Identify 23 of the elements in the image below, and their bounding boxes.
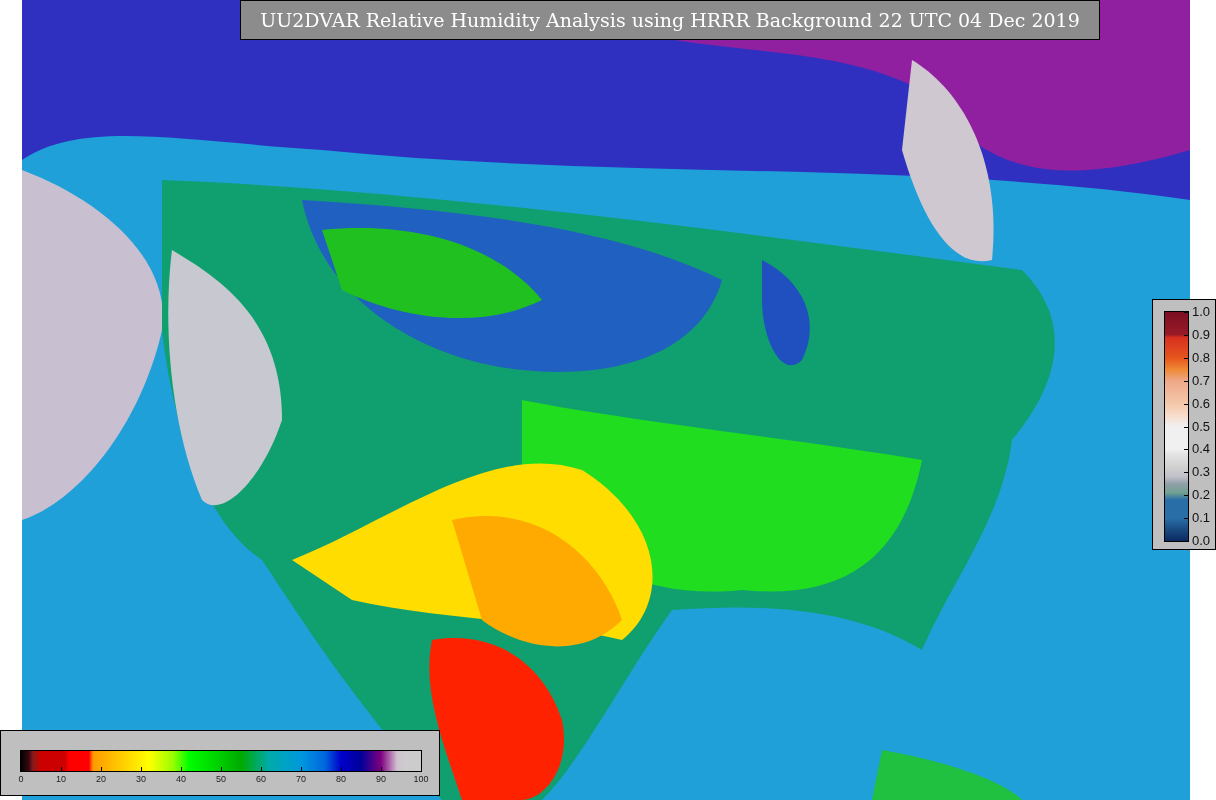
tick-label: 0.8: [1192, 350, 1211, 365]
tick-label: 90: [376, 774, 386, 784]
tick-label: 40: [176, 774, 186, 784]
tick-label: 20: [96, 774, 106, 784]
tick-label: 0: [18, 774, 24, 784]
tick-label: 80: [336, 774, 346, 784]
tick-label: 30: [136, 774, 146, 784]
tick-label: 0.7: [1192, 373, 1211, 388]
tick-label: 100: [413, 774, 429, 784]
tick-label: 70: [296, 774, 306, 784]
tick-label: 10: [56, 774, 66, 784]
tick-label: 0.1: [1192, 511, 1211, 526]
map-title: UU2DVAR Relative Humidity Analysis using HRRR Background 22 UTC 04 Dec 2019: [240, 0, 1100, 40]
tick-label: 0.9: [1192, 327, 1211, 342]
tick-label: 50: [216, 774, 226, 784]
tick-label: 0.0: [1192, 534, 1211, 548]
tick-label: 0.5: [1192, 419, 1211, 434]
tick-label: 0.2: [1192, 488, 1211, 503]
tick-label: 0.6: [1192, 396, 1211, 411]
tick-label: 0.4: [1192, 442, 1211, 457]
tick-label: 1.0: [1192, 305, 1211, 319]
tick-label: 0.3: [1192, 465, 1211, 480]
tick-label: 60: [256, 774, 266, 784]
